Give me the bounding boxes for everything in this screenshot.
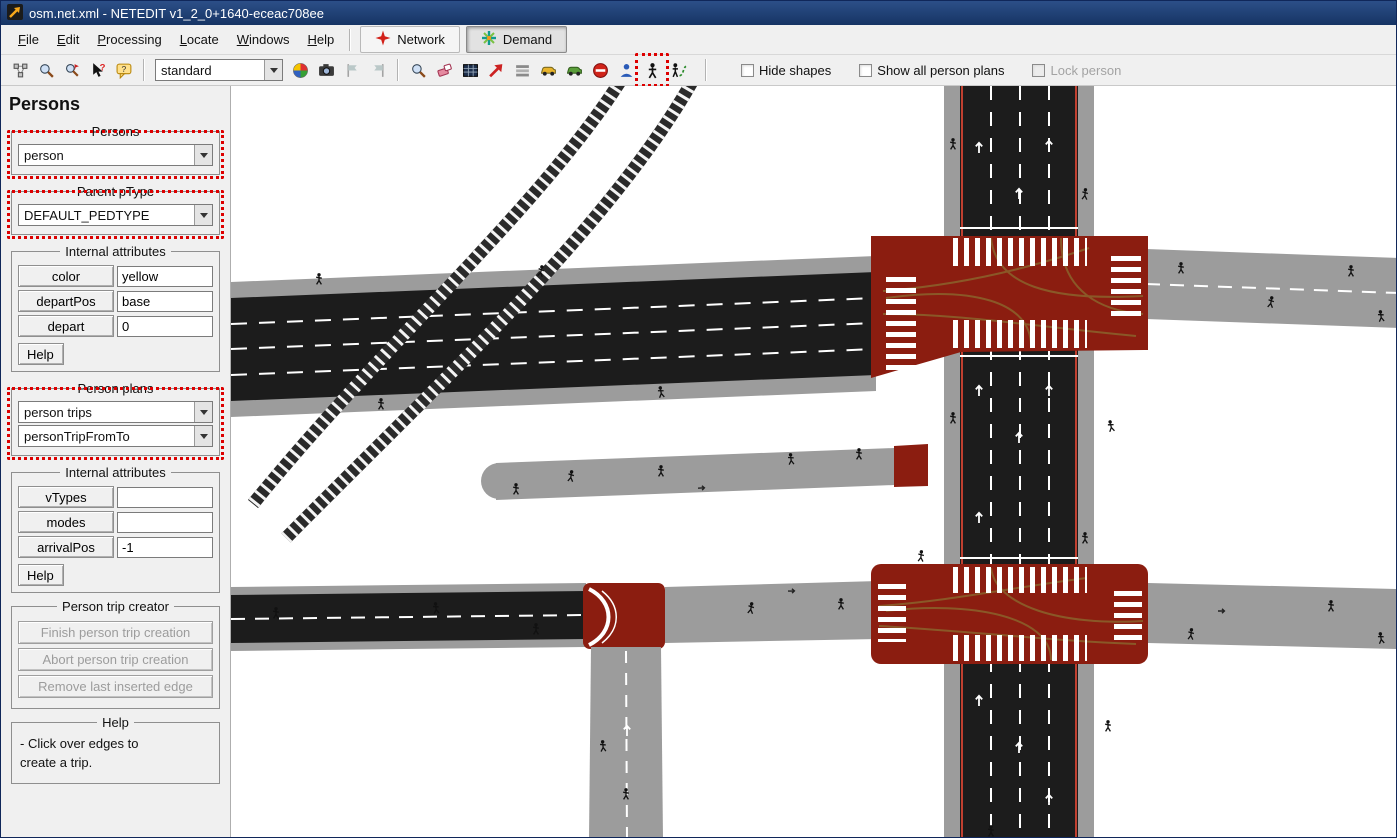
finish-person-trip-button: Finish person trip creation [18, 621, 213, 644]
separator [143, 59, 145, 81]
checkbox-box[interactable] [741, 64, 754, 77]
move-mode-icon[interactable] [483, 57, 509, 83]
select-mode-icon[interactable] [457, 57, 483, 83]
flag-back-icon [339, 57, 365, 83]
chevron-down-icon[interactable] [194, 145, 212, 165]
color-wheel-icon[interactable] [287, 57, 313, 83]
inspect-mode-icon[interactable] [405, 57, 431, 83]
help-line: create a trip. [20, 754, 211, 773]
arrivalpos-attribute-button[interactable]: arrivalPos [18, 536, 114, 558]
hide-shapes-checkbox[interactable]: Hide shapes [741, 63, 831, 78]
plan-mode-combo[interactable]: personTripFromTo [18, 425, 213, 447]
show-all-person-plans-checkbox[interactable]: Show all person plans [859, 63, 1004, 78]
demand-supermode-button[interactable]: Demand [466, 26, 567, 53]
menu-bar: File Edit Processing Locate Windows Help… [1, 25, 1396, 55]
help-cursor-icon[interactable]: ? [85, 57, 111, 83]
svg-text:?: ? [121, 64, 126, 74]
help-button-plan-attrs[interactable]: Help [18, 564, 64, 586]
menu-file[interactable]: File [9, 27, 48, 52]
arrivalpos-attribute-input[interactable] [117, 537, 213, 558]
menu-windows[interactable]: Windows [228, 27, 299, 52]
junction-grid-icon[interactable] [7, 57, 33, 83]
parent-ptype-group: Parent pType DEFAULT_PEDTYPE [11, 184, 220, 235]
network-supermode-icon [375, 30, 391, 49]
svg-text:?: ? [99, 62, 105, 73]
checkbox-box [1032, 64, 1045, 77]
question-bubble-icon[interactable]: ? [111, 57, 137, 83]
view-scheme-combo[interactable]: standard [155, 59, 283, 81]
persons-frame: Persons Persons person Parent pType DEFA… [1, 86, 231, 837]
south-west-road[interactable] [231, 581, 879, 837]
abort-person-trip-button: Abort person trip creation [18, 648, 213, 671]
tutorial-highlight-person-plans [7, 387, 224, 460]
internal-attributes-person-group: Internal attributes color departPos depa… [11, 244, 220, 372]
chevron-down-icon[interactable] [194, 402, 212, 422]
plan-type-combo[interactable]: person trips [18, 401, 213, 423]
east-road-lower[interactable] [1148, 583, 1396, 649]
window-title: osm.net.xml - NETEDIT v1_2_0+1640-eceac7… [29, 6, 324, 21]
locate-icon[interactable] [59, 57, 85, 83]
route-mode-icon[interactable] [509, 57, 535, 83]
modes-attribute-input[interactable] [117, 512, 213, 533]
depart-attribute-button[interactable]: depart [18, 315, 114, 337]
vtypes-attribute-input[interactable] [117, 487, 213, 508]
checkbox-box[interactable] [859, 64, 872, 77]
demand-supermode-icon [481, 30, 497, 49]
menu-help[interactable]: Help [298, 27, 343, 52]
title-bar: osm.net.xml - NETEDIT v1_2_0+1640-eceac7… [1, 1, 1396, 25]
vehicle-type-mode-icon[interactable] [561, 57, 587, 83]
main-horizontal-road[interactable] [231, 256, 876, 417]
departpos-attribute-button[interactable]: departPos [18, 290, 114, 312]
departpos-attribute-input[interactable] [117, 291, 213, 312]
person-plans-group: Person plans person trips personTripFrom… [11, 381, 220, 456]
east-road-upper[interactable] [1146, 249, 1396, 328]
tool-bar: ? ? standard [1, 55, 1396, 86]
color-attribute-input[interactable] [117, 266, 213, 287]
junction-2[interactable] [871, 564, 1148, 664]
person-plan-mode-icon[interactable] [665, 57, 691, 83]
vtypes-attribute-button[interactable]: vTypes [18, 486, 114, 508]
menu-processing[interactable]: Processing [88, 27, 170, 52]
lock-person-checkbox: Lock person [1032, 63, 1121, 78]
person-type-mode-icon[interactable] [613, 57, 639, 83]
ptype-combo[interactable]: DEFAULT_PEDTYPE [18, 204, 213, 226]
app-icon [7, 4, 23, 23]
person-trip-creator-group: Person trip creator Finish person trip c… [11, 599, 220, 709]
menu-locate[interactable]: Locate [171, 27, 228, 52]
help-group: Help - Click over edges to create a trip… [11, 715, 220, 784]
internal-attributes-plan-group: Internal attributes vTypes modes arrival… [11, 465, 220, 593]
network-canvas[interactable] [231, 86, 1396, 837]
depart-attribute-input[interactable] [117, 316, 213, 337]
camera-icon[interactable] [313, 57, 339, 83]
chevron-down-icon[interactable] [264, 60, 282, 80]
stop-mode-icon[interactable] [587, 57, 613, 83]
separator [705, 59, 707, 81]
chevron-down-icon[interactable] [194, 205, 212, 225]
color-attribute-button[interactable]: color [18, 265, 114, 287]
person-combo[interactable]: person [18, 144, 213, 166]
zoom-icon[interactable] [33, 57, 59, 83]
remove-last-edge-button: Remove last inserted edge [18, 675, 213, 698]
person-mode-icon[interactable] [639, 57, 665, 83]
page-title: Persons [9, 94, 230, 115]
flag-forward-icon [365, 57, 391, 83]
chevron-down-icon[interactable] [194, 426, 212, 446]
vehicle-mode-icon[interactable] [535, 57, 561, 83]
menu-edit[interactable]: Edit [48, 27, 88, 52]
network-supermode-button[interactable]: Network [360, 26, 460, 53]
view-scheme-value: standard [156, 63, 264, 78]
help-line: - Click over edges to [20, 735, 211, 754]
persons-group: Persons person [11, 124, 220, 175]
separator [349, 29, 351, 51]
help-button-person-attrs[interactable]: Help [18, 343, 64, 365]
separator [397, 59, 399, 81]
modes-attribute-button[interactable]: modes [18, 511, 114, 533]
delete-mode-icon[interactable] [431, 57, 457, 83]
